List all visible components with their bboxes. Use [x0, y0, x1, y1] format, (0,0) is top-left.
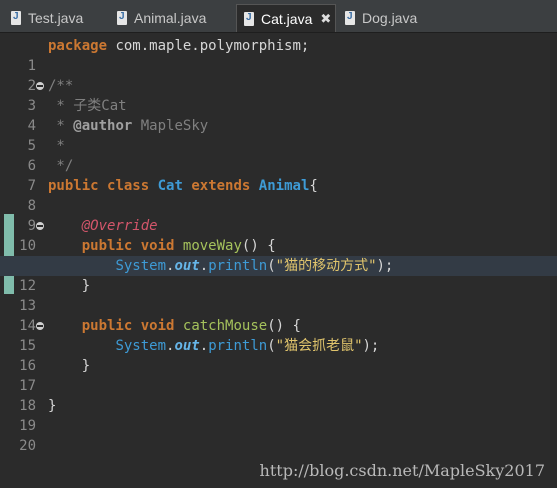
- punctuation: (: [267, 338, 276, 354]
- class-name: Animal: [258, 178, 310, 194]
- code-line: 4 * 子类Cat: [0, 96, 557, 134]
- tab-label: Cat.java: [261, 10, 313, 27]
- package-name: com.maple.polymorphism;: [107, 38, 310, 54]
- code-line: 13 }: [0, 276, 557, 314]
- tab-dog-java[interactable]: Dog.java: [338, 4, 428, 32]
- static-field: out: [174, 338, 200, 354]
- keyword: extends: [191, 178, 251, 194]
- tab-label: Dog.java: [362, 10, 418, 26]
- class-name: Cat: [157, 178, 183, 194]
- comment: *: [48, 138, 65, 154]
- java-file-icon: [10, 11, 22, 25]
- keyword: void: [140, 318, 175, 334]
- javadoc-tag: @author: [73, 118, 133, 134]
- method-name: catchMouse: [182, 318, 268, 334]
- tab-test-java[interactable]: Test.java: [4, 4, 108, 32]
- keyword: public: [81, 318, 133, 334]
- keyword: public: [81, 238, 133, 254]
- code-line: 5 * @author MapleSky: [0, 116, 557, 154]
- keyword: void: [140, 238, 175, 254]
- comment: MapleSky: [132, 118, 209, 134]
- java-file-icon: [243, 11, 255, 26]
- static-field: out: [174, 258, 200, 274]
- string-literal: "猫的移动方式": [275, 258, 377, 274]
- tab-cat-java[interactable]: Cat.java ✖: [236, 4, 336, 32]
- code-line: 2: [0, 56, 557, 94]
- comment: * 子类Cat: [48, 98, 127, 114]
- code-line: 15 public void catchMouse() {: [0, 316, 557, 354]
- annotation: @Override: [81, 218, 158, 234]
- punctuation: () {: [267, 318, 301, 334]
- code-line: 11 public void moveWay() {: [0, 236, 557, 274]
- code-line: 16 System.out.println("猫会抓老鼠");: [0, 336, 557, 374]
- code-line: 14: [0, 296, 557, 334]
- method-call: println: [208, 258, 268, 274]
- line-number: 20: [19, 438, 36, 454]
- watermark-url: http://blog.csdn.net/MapleSky2017: [259, 461, 545, 480]
- code-line: 7 */: [0, 156, 557, 194]
- fold-collapse-icon[interactable]: [36, 322, 44, 330]
- string-literal: "猫会抓老鼠": [275, 338, 363, 354]
- brace: }: [81, 358, 91, 374]
- code-line-current: 12 System.out.println("猫的移动方式");: [0, 256, 557, 294]
- code-line: 19 }: [0, 396, 557, 434]
- class-name: System: [115, 338, 167, 354]
- java-file-icon: [116, 11, 128, 25]
- brace: }: [48, 398, 57, 414]
- tab-label: Animal.java: [134, 10, 207, 26]
- close-tab-icon[interactable]: ✖: [320, 11, 331, 27]
- code-editor[interactable]: 1 package com.maple.polymorphism; 2 3 /*…: [0, 34, 557, 488]
- code-line: 17 }: [0, 356, 557, 394]
- code-line: 18: [0, 376, 557, 414]
- code-line: 9: [0, 196, 557, 234]
- code-line: 10 @Override: [0, 216, 557, 254]
- punctuation: .: [199, 338, 209, 354]
- tab-label: Test.java: [28, 10, 84, 26]
- punctuation: () {: [241, 238, 276, 254]
- editor-tab-bar: Test.java Animal.java Cat.java ✖ Dog.jav…: [0, 0, 557, 33]
- punctuation: (: [267, 258, 276, 274]
- brace: {: [309, 178, 318, 194]
- code-line: 6 *: [0, 136, 557, 174]
- fold-collapse-icon[interactable]: [36, 222, 44, 230]
- tab-animal-java[interactable]: Animal.java: [110, 4, 234, 32]
- java-file-icon: [344, 11, 356, 25]
- keyword: public: [48, 178, 99, 194]
- brace: }: [81, 278, 91, 294]
- comment: /**: [48, 78, 74, 94]
- keyword: package: [48, 38, 108, 54]
- method-call: println: [208, 338, 268, 354]
- code-line: 8 public class Cat extends Animal{: [0, 176, 557, 214]
- code-line: 1 package com.maple.polymorphism;: [0, 36, 557, 74]
- keyword: class: [107, 178, 150, 194]
- method-name: moveWay: [182, 238, 242, 254]
- code-line: 20: [0, 416, 557, 454]
- fold-collapse-icon[interactable]: [36, 82, 44, 90]
- comment: */: [48, 158, 74, 174]
- punctuation: );: [376, 258, 394, 274]
- punctuation: .: [199, 258, 209, 274]
- punctuation: );: [362, 338, 380, 354]
- code-line: 3 /**: [0, 76, 557, 114]
- comment: *: [48, 118, 74, 134]
- class-name: System: [115, 258, 167, 274]
